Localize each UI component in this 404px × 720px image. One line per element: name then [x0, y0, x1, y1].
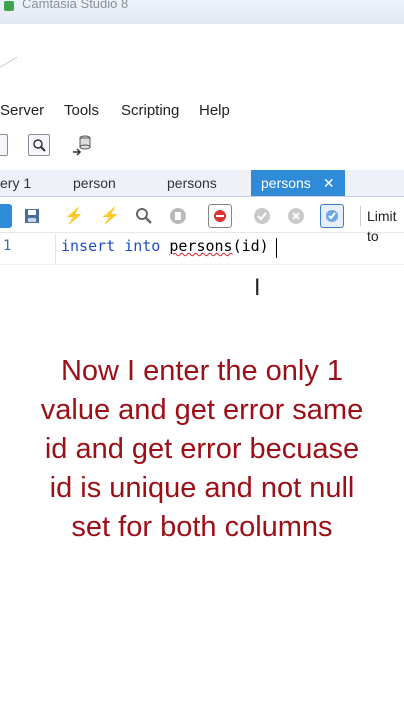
menubar: Server Tools Scripting Help	[0, 98, 404, 124]
execute-current-icon[interactable]: ⚡	[98, 204, 122, 228]
editor-divider	[0, 264, 404, 265]
stop-icon[interactable]	[166, 204, 190, 228]
limit-rows-select[interactable]: Limit to	[360, 206, 404, 244]
sql-keyword-into: into	[124, 237, 161, 255]
window-title: Camtasia Studio 8	[22, 0, 129, 11]
main-toolbar	[0, 128, 404, 164]
tab-query-1[interactable]: ery 1	[0, 170, 31, 196]
sql-column-list: (id)	[232, 237, 269, 255]
save-icon[interactable]	[20, 204, 44, 228]
menu-item-help[interactable]: Help	[199, 102, 230, 119]
open-file-icon[interactable]	[0, 204, 12, 228]
sql-table-name: persons	[169, 237, 233, 255]
tab-persons[interactable]: persons	[167, 170, 217, 196]
rollback-icon[interactable]	[284, 204, 308, 228]
tab-label: persons	[261, 175, 311, 191]
tab-persons-active[interactable]: persons ✕	[251, 170, 345, 196]
app-icon	[4, 1, 14, 11]
panel-icon[interactable]	[0, 134, 8, 156]
commit-icon[interactable]	[250, 204, 274, 228]
explain-icon[interactable]	[132, 204, 156, 228]
overlay-caption: Now I enter the only 1 value and get err…	[40, 355, 364, 543]
menu-item-scripting[interactable]: Scripting	[121, 102, 179, 119]
inspect-table-icon[interactable]	[28, 134, 50, 156]
sql-keyword-insert: insert	[61, 237, 116, 255]
menu-item-server[interactable]: Server	[0, 102, 44, 119]
query-toolbar: ⚡ ⚡ Limit to	[0, 200, 404, 244]
toggle-errors-icon[interactable]	[208, 204, 232, 228]
reconnect-db-icon[interactable]	[70, 132, 96, 158]
window-titlebar: Camtasia Studio 8	[0, 0, 404, 24]
menu-item-tools[interactable]: Tools	[64, 102, 99, 119]
autocommit-icon[interactable]	[320, 204, 344, 228]
gutter-divider	[55, 234, 56, 264]
ibeam-cursor-icon: I	[254, 276, 261, 301]
line-number: 1	[3, 238, 12, 254]
tab-person[interactable]: person	[73, 170, 116, 196]
sql-code-line[interactable]: insert into persons(id)	[61, 237, 269, 255]
close-tab-icon[interactable]: ✕	[323, 170, 335, 196]
text-cursor	[276, 238, 277, 258]
query-tab-bar: ery 1 person persons persons ✕	[0, 170, 404, 197]
execute-icon[interactable]: ⚡	[62, 204, 86, 228]
sql-editor[interactable]: 1 insert into persons(id)	[0, 234, 404, 264]
